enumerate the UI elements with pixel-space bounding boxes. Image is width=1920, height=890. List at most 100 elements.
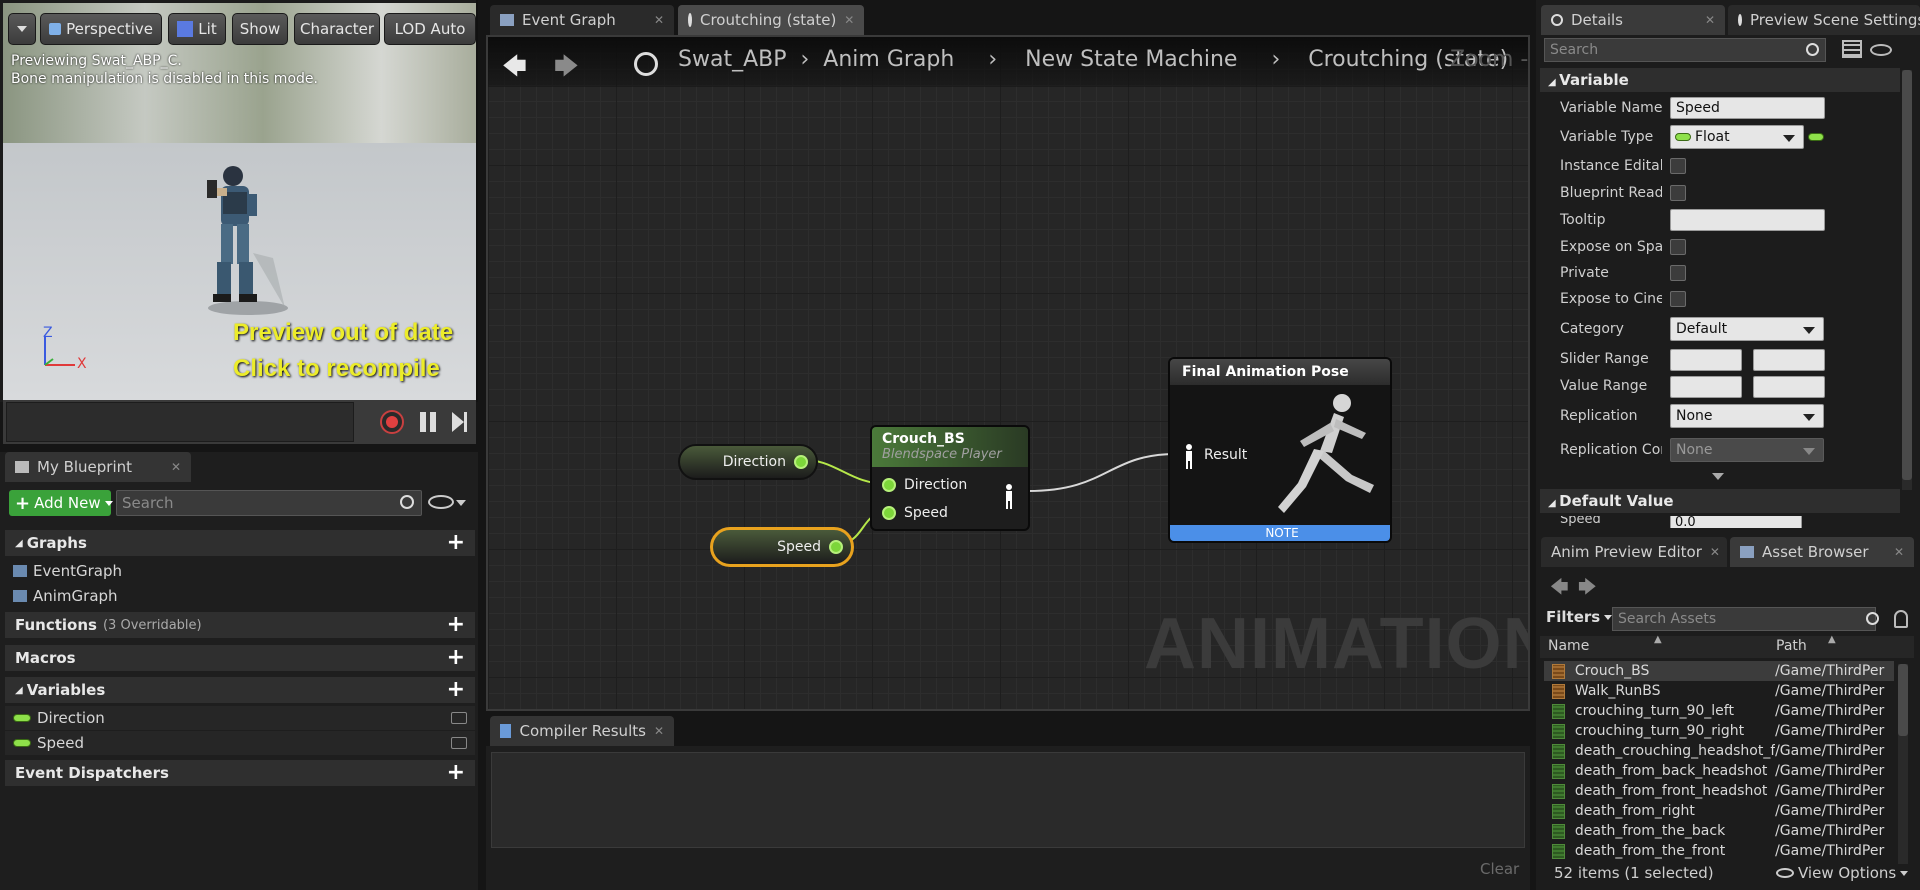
variable-name-field[interactable]: Speed	[1670, 97, 1825, 119]
scrollbar-thumb[interactable]	[1902, 70, 1912, 480]
close-icon[interactable]: ✕	[654, 724, 664, 738]
graph-item-eventgraph[interactable]: EventGraph	[5, 559, 475, 583]
close-icon[interactable]: ✕	[654, 13, 664, 27]
details-scrollbar[interactable]	[1902, 70, 1912, 490]
eye-closed-icon[interactable]	[451, 712, 467, 724]
add-variable-button[interactable]: +	[447, 679, 465, 701]
macros-header[interactable]: Macros +	[5, 645, 475, 671]
record-button[interactable]	[380, 410, 404, 434]
back-arrow-icon[interactable]: 🡄	[1550, 575, 1569, 605]
expose-on-spawn-checkbox[interactable]	[1670, 239, 1686, 255]
asset-row[interactable]: Walk_RunBS/Game/ThirdPer	[1544, 681, 1894, 701]
add-macro-button[interactable]: +	[447, 647, 465, 669]
filters-button[interactable]: Filters	[1546, 608, 1613, 626]
slider-range-max-field[interactable]	[1753, 349, 1825, 371]
tooltip-field[interactable]	[1670, 209, 1825, 231]
user-filter-icon[interactable]	[1894, 610, 1908, 628]
private-checkbox[interactable]	[1670, 265, 1686, 281]
speed-getter-node[interactable]: Speed	[710, 527, 854, 567]
asset-row[interactable]: crouching_turn_90_left/Game/ThirdPer	[1544, 701, 1894, 721]
add-dispatcher-button[interactable]: +	[447, 762, 465, 784]
variable-section-header[interactable]: ◢ Variable	[1540, 68, 1900, 92]
output-pin-icon[interactable]	[829, 540, 843, 554]
tab-details[interactable]: Details ✕	[1541, 5, 1725, 35]
asset-row[interactable]: death_crouching_headshot_f/Game/ThirdPer	[1544, 741, 1894, 761]
asset-scrollbar[interactable]	[1898, 664, 1908, 864]
advanced-expand-icon[interactable]	[1712, 473, 1724, 480]
perspective-button[interactable]: Perspective	[40, 13, 162, 45]
variables-header[interactable]: ◢ Variables +	[5, 677, 475, 703]
details-search-input[interactable]: Search	[1544, 38, 1826, 62]
replication-dropdown[interactable]: None	[1670, 404, 1824, 428]
add-graph-button[interactable]: +	[447, 532, 465, 554]
variable-item-speed[interactable]: Speed	[5, 731, 475, 755]
asset-row[interactable]: death_from_front_headshot/Game/ThirdPer	[1544, 781, 1894, 801]
asset-row[interactable]: death_from_the_back/Game/ThirdPer	[1544, 821, 1894, 841]
close-icon[interactable]: ✕	[1894, 545, 1904, 559]
instance-editable-checkbox[interactable]	[1670, 158, 1686, 174]
lod-button[interactable]: LOD Auto	[384, 13, 476, 45]
tab-compiler-results[interactable]: Compiler Results ✕	[490, 716, 674, 746]
pose-output-pin-icon[interactable]	[1002, 483, 1016, 509]
tab-anim-preview-editor[interactable]: Anim Preview Editor ✕	[1541, 537, 1727, 567]
close-icon[interactable]: ✕	[1705, 13, 1715, 27]
blendspace-pin-direction[interactable]: Direction	[882, 477, 967, 493]
slider-range-min-field[interactable]	[1670, 349, 1742, 371]
graphs-header[interactable]: ◢ Graphs +	[5, 530, 475, 556]
default-speed-field[interactable]: 0.0	[1670, 516, 1802, 528]
container-type-icon[interactable]	[1808, 133, 1824, 141]
functions-header[interactable]: Functions (3 Overridable) +	[5, 612, 475, 638]
playback-timeline[interactable]	[6, 402, 354, 442]
final-animation-pose-node[interactable]: Final Animation Pose Result NOTE	[1168, 357, 1392, 543]
character-button[interactable]: Character	[294, 13, 380, 45]
viewport-menu-button[interactable]	[8, 13, 36, 45]
input-pin-icon[interactable]	[882, 506, 896, 520]
visibility-eye-icon[interactable]	[1870, 44, 1892, 56]
viewport-panel[interactable]: Previewing Swat_ABP_C. Bone manipulation…	[0, 0, 478, 444]
input-pin-icon[interactable]	[882, 478, 896, 492]
preview-warning-2[interactable]: Click to recompile	[233, 355, 440, 383]
asset-row[interactable]: death_from_back_headshot/Game/ThirdPer	[1544, 761, 1894, 781]
category-dropdown[interactable]: Default	[1670, 317, 1824, 341]
blendspace-player-node[interactable]: Crouch_BS Blendspace Player Direction Sp…	[870, 425, 1030, 531]
variable-item-direction[interactable]: Direction	[5, 706, 475, 730]
clear-button[interactable]: Clear	[1480, 860, 1519, 878]
variable-type-dropdown[interactable]: Float	[1670, 125, 1804, 149]
graph-canvas[interactable]: 🡄 🡆 Swat_ABP › Anim Graph › New State Mach…	[486, 35, 1530, 711]
close-icon[interactable]: ✕	[171, 460, 181, 474]
asset-row[interactable]: death_from_the_front/Game/ThirdPer	[1544, 841, 1894, 861]
chevron-down-icon[interactable]	[456, 500, 466, 506]
default-value-section-header[interactable]: ◢ Default Value	[1540, 489, 1900, 513]
scrollbar-thumb[interactable]	[1898, 664, 1908, 736]
output-pin-icon[interactable]	[794, 455, 808, 469]
column-header-path[interactable]: Path	[1776, 638, 1807, 654]
close-icon[interactable]: ✕	[1710, 545, 1720, 559]
eye-closed-icon[interactable]	[451, 737, 467, 749]
asset-search-input[interactable]: Search Assets	[1612, 607, 1876, 631]
column-header-name[interactable]: Name	[1548, 638, 1589, 654]
tab-my-blueprint[interactable]: My Blueprint ✕	[5, 452, 191, 482]
asset-row[interactable]: crouching_turn_90_right/Game/ThirdPer	[1544, 721, 1894, 741]
visibility-eye-icon[interactable]	[428, 495, 454, 509]
value-range-max-field[interactable]	[1753, 376, 1825, 398]
lit-button[interactable]: Lit	[168, 13, 226, 45]
graph-item-animgraph[interactable]: AnimGraph	[5, 584, 475, 608]
step-forward-button[interactable]	[452, 412, 470, 432]
add-function-button[interactable]: +	[447, 614, 465, 636]
add-new-button[interactable]: + Add New	[9, 490, 113, 516]
preview-warning-1[interactable]: Preview out of date	[233, 319, 453, 347]
property-matrix-icon[interactable]	[1842, 40, 1862, 58]
tab-preview-scene-settings[interactable]: Preview Scene Settings	[1728, 5, 1920, 35]
blueprint-read-only-checkbox[interactable]	[1670, 185, 1686, 201]
forward-arrow-icon[interactable]: 🡆	[1578, 575, 1597, 605]
value-range-min-field[interactable]	[1670, 376, 1742, 398]
show-button[interactable]: Show	[232, 13, 288, 45]
viewport-scene[interactable]: Previewing Swat_ABP_C. Bone manipulation…	[3, 3, 476, 401]
tab-event-graph[interactable]: Event Graph ✕	[490, 5, 674, 35]
view-options-button[interactable]: View Options	[1776, 864, 1909, 882]
asset-row[interactable]: death_from_right/Game/ThirdPer	[1544, 801, 1894, 821]
event-dispatchers-header[interactable]: Event Dispatchers +	[5, 760, 475, 786]
close-icon[interactable]: ✕	[844, 13, 854, 27]
blueprint-search-input[interactable]: Search	[116, 490, 422, 516]
compiler-output-area[interactable]	[491, 752, 1525, 848]
